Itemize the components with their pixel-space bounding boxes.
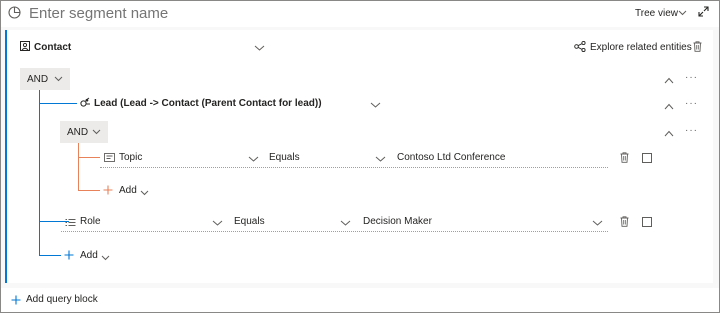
entity-name[interactable]: Contact — [34, 42, 71, 53]
expand-icon[interactable] — [698, 6, 709, 20]
contact-entity-icon — [20, 41, 30, 54]
root-add-button[interactable]: Add — [80, 250, 98, 261]
condition-value[interactable]: Contoso Ltd Conference — [397, 152, 505, 163]
chevron-down-icon[interactable] — [140, 188, 149, 200]
entity-dropdown-chevron-icon[interactable] — [254, 43, 265, 55]
condition-attribute[interactable]: Role — [80, 216, 101, 227]
list-field-icon — [65, 218, 76, 230]
delete-icon[interactable] — [620, 152, 629, 166]
condition-attribute[interactable]: Topic — [119, 152, 142, 163]
root-branch-line — [39, 103, 77, 104]
operator-dropdown-chevron-icon[interactable] — [375, 154, 386, 166]
chevron-up-icon[interactable] — [664, 101, 674, 113]
chevron-down-icon[interactable] — [101, 253, 110, 265]
chevron-down-icon[interactable] — [54, 75, 63, 86]
root-operator-label: AND — [27, 73, 49, 85]
query-block: Contact Explore related entities AND ···… — [5, 30, 713, 283]
root-branch-line — [39, 255, 61, 256]
segment-name-input[interactable] — [29, 5, 449, 22]
delete-icon[interactable] — [693, 41, 702, 55]
attribute-dropdown-chevron-icon[interactable] — [212, 218, 223, 230]
condition-operator[interactable]: Equals — [234, 216, 265, 227]
relationship-dropdown-chevron-icon[interactable] — [370, 100, 381, 112]
more-icon[interactable]: ··· — [685, 98, 698, 109]
chevron-up-icon[interactable] — [664, 128, 674, 140]
root-tree-line — [39, 90, 40, 255]
text-field-icon — [104, 153, 115, 165]
inner-add-button[interactable]: Add — [119, 185, 137, 196]
condition-operator[interactable]: Equals — [269, 152, 300, 163]
inner-branch-line — [78, 157, 100, 158]
more-icon[interactable]: ··· — [685, 125, 698, 136]
segment-icon — [8, 6, 21, 19]
relationship-label[interactable]: Lead (Lead -> Contact (Parent Contact fo… — [94, 98, 322, 109]
condition-value[interactable]: Decision Maker — [363, 216, 432, 227]
chevron-down-icon[interactable] — [678, 8, 687, 20]
delete-icon[interactable] — [620, 216, 629, 230]
condition-underline — [100, 167, 608, 168]
more-icon[interactable]: ··· — [685, 72, 698, 83]
view-mode-label[interactable]: Tree view — [635, 8, 678, 19]
plus-icon[interactable] — [64, 250, 74, 263]
root-group-operator[interactable]: AND — [20, 68, 70, 90]
condition-checkbox[interactable] — [642, 153, 652, 163]
explore-icon[interactable] — [574, 40, 586, 55]
operator-dropdown-chevron-icon[interactable] — [340, 218, 351, 230]
plus-icon[interactable] — [103, 185, 113, 198]
attribute-dropdown-chevron-icon[interactable] — [248, 154, 259, 166]
chevron-up-icon[interactable] — [664, 75, 674, 87]
inner-operator-label: AND — [67, 126, 89, 138]
add-query-block-bar: Add query block — [1, 288, 719, 312]
explore-related-entities-link[interactable]: Explore related entities — [590, 42, 692, 53]
relationship-icon — [80, 97, 91, 111]
plus-icon[interactable] — [11, 295, 21, 308]
value-dropdown-chevron-icon[interactable] — [592, 218, 603, 230]
inner-tree-line — [78, 143, 79, 190]
chevron-down-icon[interactable] — [92, 128, 101, 139]
segment-header: Tree view — [1, 1, 719, 27]
inner-group-operator[interactable]: AND — [60, 121, 108, 143]
add-query-block-button[interactable]: Add query block — [26, 294, 98, 305]
condition-underline — [61, 231, 608, 232]
condition-checkbox[interactable] — [642, 217, 652, 227]
inner-branch-line — [78, 190, 100, 191]
